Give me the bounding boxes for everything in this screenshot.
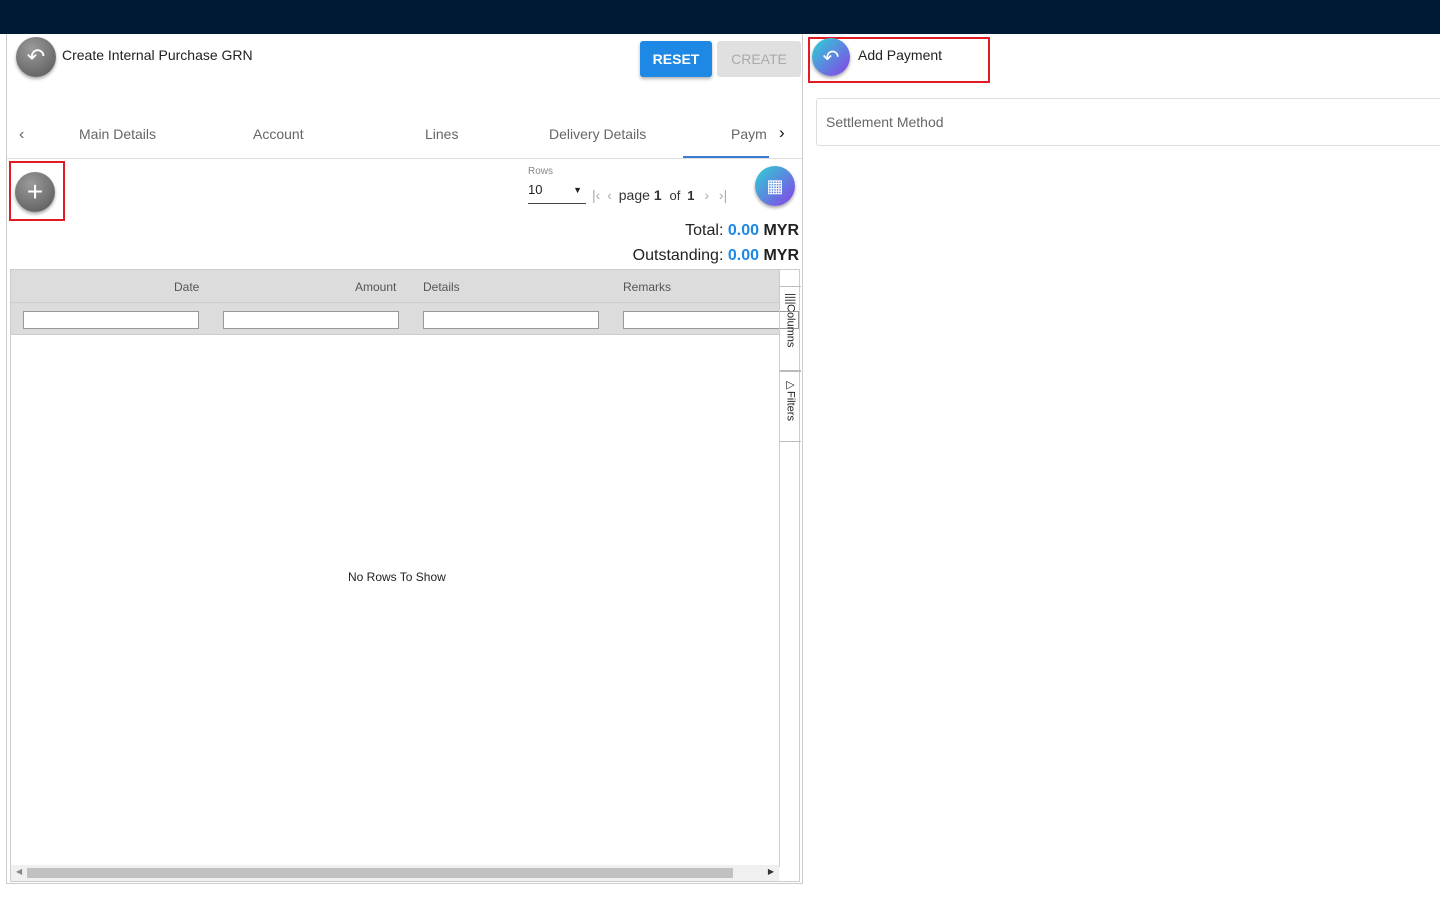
- grn-panel: ↶ Create Internal Purchase GRN RESET CRE…: [6, 34, 803, 884]
- dropdown-arrow-icon: ▼: [573, 185, 582, 195]
- date-filter-input[interactable]: [23, 311, 199, 329]
- page-title: Create Internal Purchase GRN: [62, 47, 253, 63]
- tab-delivery-details[interactable]: Delivery Details: [549, 126, 646, 142]
- col-amount[interactable]: Amount: [355, 280, 396, 294]
- last-page-icon[interactable]: ›|: [719, 187, 727, 203]
- settlement-method-select[interactable]: Settlement Method: [816, 98, 1440, 146]
- plus-icon: +: [26, 176, 44, 207]
- tab-scroll-right-icon[interactable]: ›: [779, 123, 785, 143]
- back-arrow-icon: ↶: [26, 44, 46, 69]
- empty-message: No Rows To Show: [348, 570, 446, 584]
- scroll-left-icon[interactable]: ◀: [16, 867, 22, 876]
- first-page-icon[interactable]: |‹: [592, 187, 600, 203]
- tab-lines[interactable]: Lines: [425, 126, 458, 142]
- rows-label: Rows: [528, 166, 554, 177]
- rows-select[interactable]: 10 ▼: [528, 182, 586, 204]
- col-remarks[interactable]: Remarks: [623, 280, 671, 294]
- back-arrow-icon: ↶: [822, 46, 840, 69]
- outstanding-amount: Outstanding: 0.00 MYR: [632, 247, 799, 264]
- tab-account[interactable]: Account: [253, 126, 304, 142]
- pagination: |‹ ‹ page 1 of 1 › ›|: [592, 187, 728, 203]
- columns-icon: ||||: [784, 293, 797, 305]
- add-payment-panel: ↶ Add Payment Settlement Method: [803, 34, 1440, 884]
- grid-view-button[interactable]: ▦: [755, 166, 795, 206]
- remarks-filter-input[interactable]: [623, 311, 799, 329]
- horizontal-scrollbar[interactable]: ◀ ▶: [11, 865, 779, 881]
- payments-grid: Date Amount Details Remarks No Rows To S…: [10, 269, 801, 882]
- scroll-right-icon[interactable]: ▶: [768, 867, 774, 876]
- tab-scroll-left-icon[interactable]: ‹: [19, 126, 24, 144]
- reset-button[interactable]: RESET: [640, 41, 712, 77]
- add-row-button[interactable]: +: [15, 172, 55, 212]
- grid-header: Date Amount Details Remarks: [11, 270, 779, 303]
- grid-icon: ▦: [766, 175, 784, 196]
- tab-bar: ‹ Main Details Account Lines Delivery De…: [7, 114, 802, 159]
- prev-page-icon[interactable]: ‹: [607, 187, 612, 203]
- next-page-icon[interactable]: ›: [704, 187, 709, 203]
- grid-side-bar: |||| Columns ▷ Filters: [779, 270, 801, 867]
- payment-back-button[interactable]: ↶: [812, 38, 850, 76]
- filter-icon: ▷: [784, 378, 796, 391]
- details-filter-input[interactable]: [423, 311, 599, 329]
- amount-filter-input[interactable]: [223, 311, 399, 329]
- columns-tool-tab[interactable]: |||| Columns: [780, 286, 801, 371]
- tab-main-details[interactable]: Main Details: [79, 126, 156, 142]
- top-bar: [0, 0, 1440, 34]
- scrollbar-thumb[interactable]: [27, 868, 733, 878]
- tab-payment[interactable]: Paym: [731, 126, 769, 142]
- back-button[interactable]: ↶: [16, 37, 56, 77]
- payment-title: Add Payment: [858, 47, 943, 63]
- create-button[interactable]: CREATE: [717, 41, 801, 77]
- active-tab-indicator: [683, 156, 769, 158]
- total-amount: Total: 0.00 MYR: [685, 222, 799, 239]
- col-details[interactable]: Details: [423, 280, 460, 294]
- filter-row: [11, 303, 799, 335]
- col-date[interactable]: Date: [174, 280, 199, 294]
- filters-tool-tab[interactable]: ▷ Filters: [780, 371, 801, 442]
